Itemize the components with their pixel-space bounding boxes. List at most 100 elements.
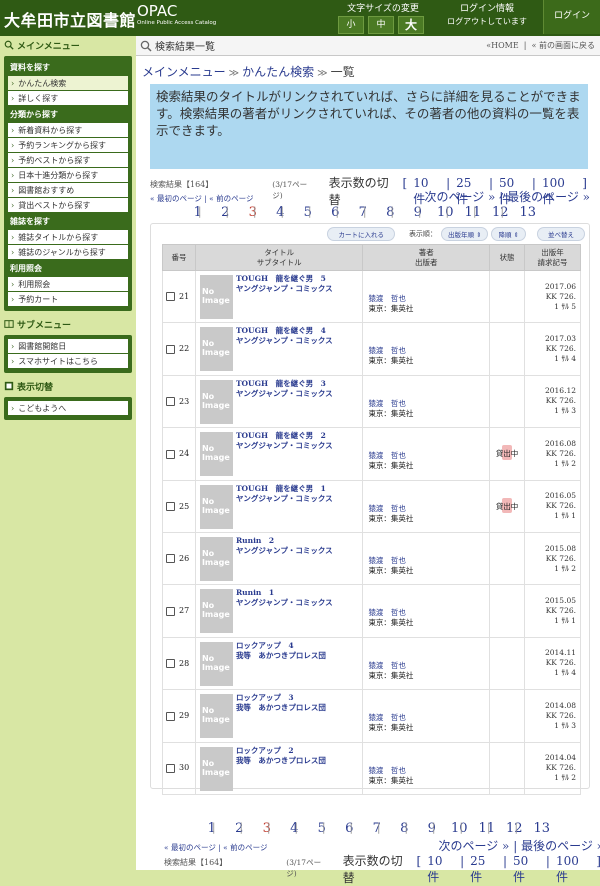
sidebar-item[interactable]: › 予約ベストから探す	[8, 153, 128, 167]
font-size-large-button[interactable]: 大	[398, 16, 424, 34]
page-number-link[interactable]: 1 |	[198, 821, 226, 836]
page-number-link[interactable]: 3 |	[253, 821, 281, 836]
first-page-link[interactable]: « 最初のページ	[150, 194, 202, 203]
font-size-medium-button[interactable]: 中	[368, 16, 394, 34]
sidebar-item[interactable]: › 図書館おすすめ	[8, 183, 128, 197]
row-checkbox[interactable]	[166, 763, 175, 773]
title-link[interactable]: ロックアップ 3	[236, 693, 294, 702]
page-number-link[interactable]: 10 |	[432, 205, 460, 220]
author-link[interactable]: 猿渡 哲也	[368, 556, 406, 565]
call-number-cell: 2017.03 KK 726. 1 ｻﾙ 4	[524, 322, 581, 376]
last-page-link[interactable]: 最後のページ »	[521, 839, 600, 853]
breadcrumb-current: 一覧	[330, 65, 355, 79]
title-link[interactable]: TOUGH 龍を継ぐ男 2	[236, 431, 326, 440]
page-number-link[interactable]: 5 |	[294, 205, 322, 220]
title-link[interactable]: TOUGH 龍を継ぐ男 4	[236, 326, 326, 335]
sidebar-item[interactable]: › 予約ランキングから探す	[8, 138, 128, 152]
breadcrumb-simple-search[interactable]: かんたん検索	[242, 65, 314, 79]
title-link[interactable]: Runin 1	[236, 588, 274, 597]
page-number-link[interactable]: 5 |	[308, 821, 336, 836]
page-number-link[interactable]: 3 |	[239, 205, 267, 220]
font-size-small-button[interactable]: 小	[338, 16, 364, 34]
author-link[interactable]: 猿渡 哲也	[368, 766, 406, 775]
author-link[interactable]: 猿渡 哲也	[368, 713, 406, 722]
sidebar-item[interactable]: › 予約カート	[8, 292, 128, 306]
title-link[interactable]: TOUGH 龍を継ぐ男 1	[236, 484, 326, 493]
last-page-link[interactable]: 最後のページ »	[507, 190, 590, 204]
author-link[interactable]: 猿渡 哲也	[368, 346, 406, 355]
display-switch-label: 表示数の切替	[328, 176, 389, 207]
sidebar-item[interactable]: › こどもようへ	[8, 401, 128, 415]
sidebar-item[interactable]: › スマホサイトはこちら	[8, 354, 128, 368]
author-link[interactable]: 猿渡 哲也	[368, 399, 406, 408]
author-link[interactable]: 猿渡 哲也	[368, 294, 406, 303]
first-page-link[interactable]: « 最初のページ	[164, 843, 216, 852]
sidebar-item[interactable]: › 利用照会	[8, 277, 128, 291]
sort-button[interactable]: 並べ替え	[537, 227, 585, 241]
page-number-link[interactable]: 1 |	[184, 205, 212, 220]
row-checkbox[interactable]	[166, 711, 175, 721]
prev-page-link[interactable]: « 前のページ	[209, 194, 253, 203]
back-link[interactable]: « 前の画面に戻る	[532, 41, 595, 50]
row-checkbox[interactable]	[166, 554, 175, 564]
sidebar-item-label: 予約ベストから探す	[18, 155, 91, 165]
chevron-right-icon: ›	[11, 294, 15, 304]
row-checkbox[interactable]	[166, 449, 175, 459]
title-link[interactable]: ロックアップ 4	[236, 641, 294, 650]
page-number-link[interactable]: 7 |	[363, 821, 391, 836]
title-link[interactable]: TOUGH 龍を継ぐ男 5	[236, 274, 326, 283]
home-link[interactable]: «HOME	[486, 41, 518, 50]
row-checkbox[interactable]	[166, 659, 175, 669]
row-checkbox[interactable]	[166, 292, 175, 302]
author-link[interactable]: 猿渡 哲也	[368, 661, 406, 670]
next-page-link[interactable]: 次のページ »	[424, 190, 495, 204]
sidebar-item[interactable]: › かんたん検索	[8, 76, 128, 90]
page-number-link[interactable]: 6 |	[336, 821, 364, 836]
row-checkbox[interactable]	[166, 502, 175, 511]
page-number-link[interactable]: 13	[514, 205, 542, 220]
author-link[interactable]: 猿渡 哲也	[368, 504, 406, 513]
page-number-link[interactable]: 7 |	[349, 205, 377, 220]
sidebar-item[interactable]: › 新着資料から探す	[8, 123, 128, 137]
next-page-link[interactable]: 次のページ »	[438, 839, 509, 853]
prev-page-link[interactable]: « 前のページ	[223, 843, 267, 852]
author-link[interactable]: 猿渡 哲也	[368, 451, 406, 460]
title-link[interactable]: TOUGH 龍を継ぐ男 3	[236, 379, 326, 388]
chevron-right-icon: ›	[11, 403, 15, 413]
page-number-link[interactable]: 9 |	[418, 821, 446, 836]
row-checkbox[interactable]	[166, 397, 175, 407]
row-checkbox[interactable]	[166, 606, 175, 616]
site-title[interactable]: 大牟田市立図書館	[4, 7, 136, 31]
direction-select[interactable]: 降順 ⇕	[491, 227, 526, 241]
page-number-link[interactable]: 4 |	[281, 821, 309, 836]
pager-nav-row: « 最初のページ | « 前のページ 次のページ » | 最後のページ »	[164, 837, 600, 853]
page-number-link[interactable]: 12 |	[501, 821, 529, 836]
page-number-link[interactable]: 8 |	[391, 821, 419, 836]
login-button[interactable]: ログイン	[543, 0, 600, 34]
sidebar-item[interactable]: › 日本十進分類から探す	[8, 168, 128, 182]
sidebar-item[interactable]: › 貸出ベストから探す	[8, 198, 128, 212]
page-number-link[interactable]: 2 |	[212, 205, 240, 220]
page-number-link[interactable]: 6 |	[322, 205, 350, 220]
row-number-cell: 22	[162, 322, 196, 376]
page-number-link[interactable]: 2 |	[226, 821, 254, 836]
add-to-cart-button[interactable]: カートに入れる	[327, 227, 395, 241]
page-number-link[interactable]: 11 |	[473, 821, 501, 836]
order-select[interactable]: 出版年順 ⇕	[440, 227, 489, 241]
page-number-link[interactable]: 8 |	[377, 205, 405, 220]
title-link[interactable]: ロックアップ 2	[236, 746, 294, 755]
row-checkbox[interactable]	[166, 344, 175, 354]
title-link[interactable]: Runin 2	[236, 536, 274, 545]
sidebar-item[interactable]: › 雑誌のジャンルから探す	[8, 245, 128, 259]
page-number-link[interactable]: 10 |	[446, 821, 474, 836]
page-number-link[interactable]: 12 |	[487, 205, 515, 220]
sidebar-item[interactable]: › 詳しく探す	[8, 91, 128, 105]
page-number-link[interactable]: 9 |	[404, 205, 432, 220]
page-number-link[interactable]: 13	[528, 821, 556, 836]
author-link[interactable]: 猿渡 哲也	[368, 608, 406, 617]
sidebar-item[interactable]: › 雑誌タイトルから探す	[8, 230, 128, 244]
sidebar-item[interactable]: › 図書館開館日	[8, 339, 128, 353]
page-number-link[interactable]: 11 |	[459, 205, 487, 220]
page-number-link[interactable]: 4 |	[267, 205, 295, 220]
breadcrumb-main-menu[interactable]: メインメニュー	[142, 65, 226, 79]
